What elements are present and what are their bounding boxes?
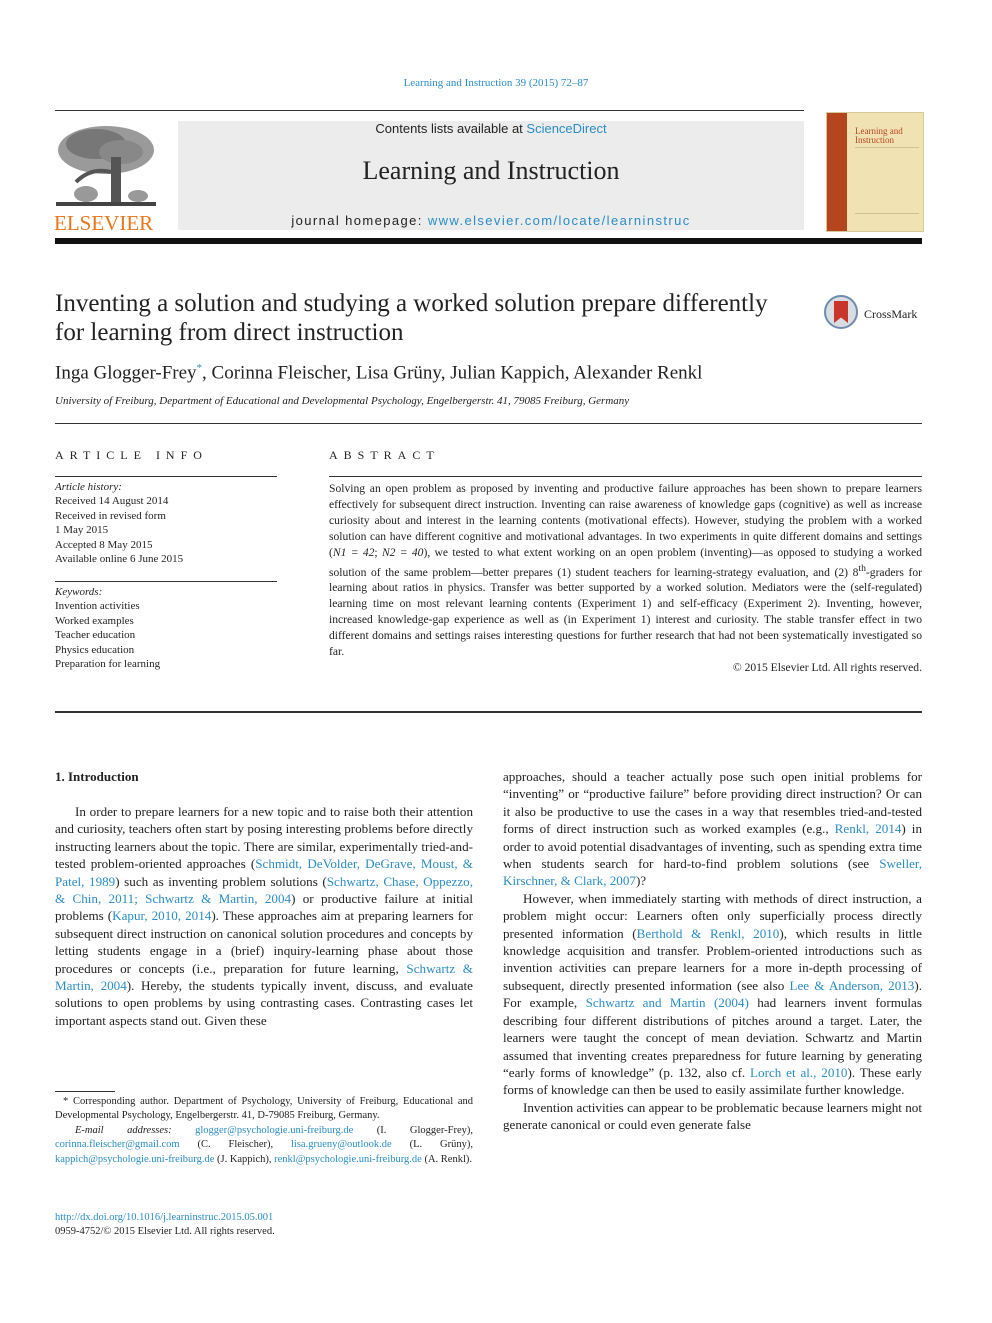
author-name[interactable]: Julian Kappich [450,362,565,383]
crossmark-label: CrossMark [864,307,918,321]
contents-line: Contents lists available at ScienceDirec… [178,121,804,136]
author-name[interactable]: Lisa Grüny [356,362,441,383]
keyword: Preparation for learning [55,658,161,671]
author-name[interactable]: Alexander Renkl [573,362,702,383]
corresponding-author-mark[interactable]: * [197,362,203,374]
citation-link[interactable]: Renkl, 2014 [835,821,902,836]
cover-title-line2: Instruction [855,135,894,145]
cover-spine [827,113,847,231]
email-owner: (L. Grüny), [391,1139,473,1151]
homepage-prefix: journal homepage: [291,213,428,228]
citation-link[interactable]: Schwartz and Martin (2004) [586,995,749,1010]
corresponding-author-note: * Corresponding author. Department of Ps… [55,1096,473,1122]
body-column-left: In order to prepare learners for a new t… [55,803,473,1029]
history-item: Available online 6 June 2015 [55,553,184,566]
citation-link[interactable]: Kapur, 2010, 2014 [112,908,211,923]
homepage-line: journal homepage: www.elsevier.com/locat… [178,213,804,228]
divider [55,711,922,713]
email-owner: (I. Glogger-Frey), [353,1124,473,1136]
citation-link[interactable]: Lee & Anderson, 2013 [789,978,914,993]
keywords-label: Keywords: [55,586,103,598]
text-run: ) such as inventing problem solutions ( [115,873,327,889]
sample-size-1: N1 = 42 [332,545,375,559]
contents-prefix: Contents lists available at [375,121,527,136]
footnote: * Corresponding author. Department of Ps… [55,1095,473,1167]
elsevier-wordmark: ELSEVIER [54,211,154,235]
abstract-sep: ; [374,545,382,559]
author-list: Inga Glogger-Frey*, Corinna Fleischer, L… [55,362,703,384]
history-item: Received in revised form [55,509,166,522]
elsevier-logo[interactable]: ELSEVIER [52,118,162,236]
divider [55,423,922,424]
affiliation: University of Freiburg, Department of Ed… [55,395,630,407]
citation-link[interactable]: Lorch et al., 2010 [750,1065,847,1080]
abstract-text: Solving an open problem as proposed by i… [329,481,922,676]
text-run: Invention activities can appear to be pr… [503,1099,922,1133]
journal-citation[interactable]: Learning and Instruction 39 (2015) 72–87 [0,77,992,89]
paragraph: However, when immediately starting with … [503,890,922,1099]
doi-block: http://dx.doi.org/10.1016/j.learninstruc… [55,1211,275,1240]
keyword: Worked examples [55,614,134,627]
journal-cover-thumbnail[interactable]: Learning and Instruction [826,112,924,232]
abstract-body: Solving an open problem as proposed by i… [329,481,922,660]
section-heading-introduction: 1. Introduction [55,769,139,784]
header-rule [55,110,804,111]
journal-banner: Contents lists available at ScienceDirec… [178,121,804,230]
divider [55,581,277,582]
paragraph: approaches, should a teacher actually po… [503,768,922,890]
article-history: Article history: Received 14 August 2014… [55,480,277,566]
paragraph: Invention activities can appear to be pr… [503,1099,922,1134]
homepage-link[interactable]: www.elsevier.com/locate/learninstruc [428,213,691,228]
abstract-copyright: © 2015 Elsevier Ltd. All rights reserved… [732,660,922,674]
email-link[interactable]: corinna.fleischer@gmail.com [55,1139,180,1150]
sciencedirect-link[interactable]: ScienceDirect [526,121,606,136]
body-column-right: approaches, should a teacher actually po… [503,768,922,1134]
email-link[interactable]: glogger@psychologie.uni-freiburg.de [195,1125,353,1136]
keyword: Physics education [55,643,135,656]
email-link[interactable]: renkl@psychologie.uni-freiburg.de [274,1154,422,1165]
divider [55,476,277,477]
email-owner: (C. Fleischer), [179,1139,292,1151]
cover-title: Learning and Instruction [855,127,903,145]
superscript: th [858,562,866,574]
divider [329,476,922,477]
history-item: 1 May 2015 [55,524,109,537]
keywords: Keywords: Invention activities Worked ex… [55,585,277,671]
email-link[interactable]: kappich@psychologie.uni-freiburg.de [55,1154,214,1165]
text-run: )? [635,873,647,889]
elsevier-tree-icon [56,122,156,208]
cover-line [855,147,919,148]
article-info-heading: ARTICLE INFO [55,448,208,462]
cover-line [855,213,919,214]
crossmark-badge[interactable]: CrossMark [824,295,924,335]
history-item: Received 14 August 2014 [55,495,169,508]
header-thick-rule [55,238,922,244]
footnote-rule [55,1091,115,1092]
history-label: Article history: [55,481,122,493]
paragraph: In order to prepare learners for a new t… [55,803,473,1029]
citation-link[interactable]: Berthold & Renkl, 2010 [637,926,780,941]
abstract-part: -graders for learning about ratios in ph… [329,565,922,658]
keyword: Invention activities [55,600,140,613]
sample-size-2: N2 = 40 [381,545,424,559]
journal-title: Learning and Instruction [362,156,620,185]
email-addresses: E-mail addresses: glogger@psychologie.un… [55,1124,473,1167]
keyword: Teacher education [55,629,136,642]
abstract-heading: ABSTRACT [329,448,440,462]
author-name[interactable]: Inga Glogger-Frey [55,362,197,383]
email-owner: (J. Kappich), [214,1153,275,1165]
doi-link[interactable]: http://dx.doi.org/10.1016/j.learninstruc… [55,1211,275,1225]
author-name[interactable]: Corinna Fleischer [212,362,347,383]
email-label: E-mail addresses: [75,1124,196,1136]
email-link[interactable]: lisa.grueny@outlook.de [291,1139,392,1150]
article-title: Inventing a solution and studying a work… [55,290,768,346]
email-owner: (A. Renkl). [421,1153,472,1165]
issn-copyright: 0959-4752/© 2015 Elsevier Ltd. All right… [55,1226,275,1238]
history-item: Accepted 8 May 2015 [55,538,153,551]
